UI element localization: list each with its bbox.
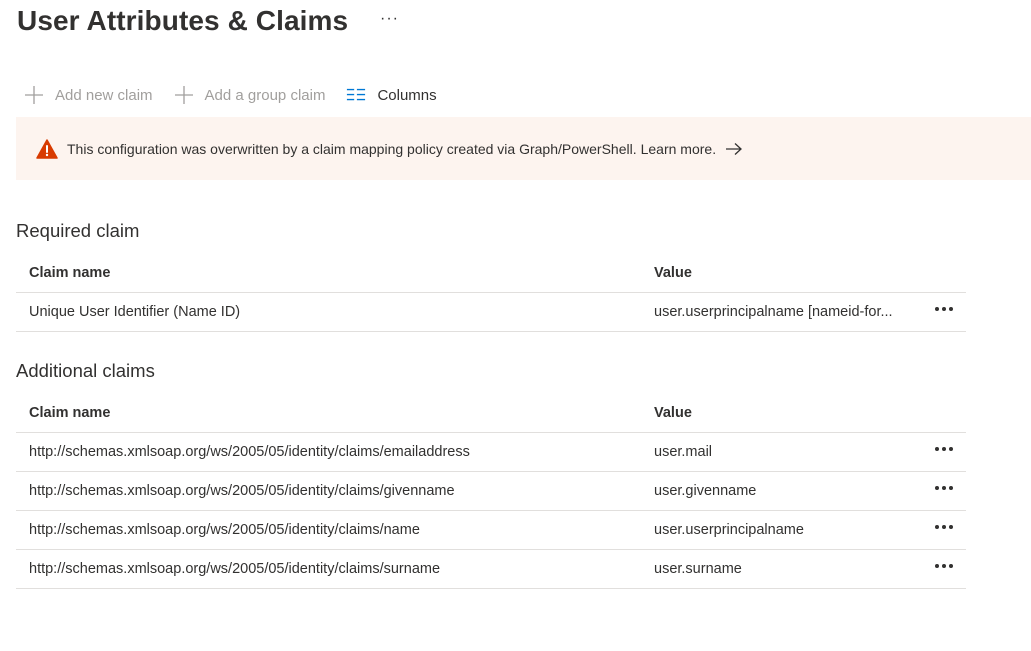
claim-name-cell: http://schemas.xmlsoap.org/ws/2005/05/id… bbox=[29, 444, 470, 460]
claim-value-cell: user.userprincipalname [nameid-for... bbox=[654, 293, 924, 331]
claim-value-cell: user.givenname bbox=[654, 483, 757, 499]
add-group-claim-label: Add a group claim bbox=[204, 86, 326, 104]
page-title: User Attributes & Claims bbox=[17, 5, 349, 36]
columns-icon bbox=[346, 85, 366, 105]
claim-value-text: user.userprincipalname [nameid-for... bbox=[654, 304, 893, 320]
additional-claims-heading: Additional claims bbox=[16, 360, 155, 381]
row-more-button[interactable] bbox=[926, 433, 962, 471]
required-claim-table: Claim name Value Unique User Identifier … bbox=[16, 253, 966, 332]
more-horizontal-icon bbox=[935, 525, 953, 529]
table-row[interactable]: http://schemas.xmlsoap.org/ws/2005/05/id… bbox=[16, 511, 966, 550]
row-more-button[interactable] bbox=[926, 293, 962, 331]
additional-claims-table: Claim name Value http://schemas.xmlsoap.… bbox=[16, 393, 966, 589]
row-more-button[interactable] bbox=[926, 511, 962, 549]
claim-value-cell: user.surname bbox=[654, 561, 742, 577]
add-group-claim-button[interactable]: Add a group claim bbox=[174, 85, 326, 105]
columns-label: Columns bbox=[377, 86, 437, 104]
more-horizontal-icon bbox=[935, 447, 953, 451]
row-more-button[interactable] bbox=[926, 550, 962, 588]
arrow-right-icon[interactable] bbox=[725, 142, 743, 156]
required-claim-heading: Required claim bbox=[16, 220, 140, 241]
claim-name-cell: Unique User Identifier (Name ID) bbox=[29, 304, 241, 320]
claim-name-cell: http://schemas.xmlsoap.org/ws/2005/05/id… bbox=[29, 561, 441, 577]
warning-banner: This configuration was overwritten by a … bbox=[16, 117, 1031, 180]
table-row[interactable]: Unique User Identifier (Name ID) user.us… bbox=[16, 293, 966, 332]
columns-button[interactable]: Columns bbox=[346, 85, 437, 105]
more-horizontal-icon bbox=[935, 307, 953, 311]
more-horizontal-icon bbox=[935, 486, 953, 490]
page-more-button[interactable]: ··· bbox=[380, 10, 399, 28]
column-header-claim-name[interactable]: Claim name bbox=[29, 393, 629, 432]
claim-value-cell: user.userprincipalname bbox=[654, 522, 804, 538]
row-more-button[interactable] bbox=[926, 472, 962, 510]
plus-icon bbox=[174, 85, 194, 105]
banner-message: This configuration was overwritten by a … bbox=[67, 140, 637, 157]
add-new-claim-label: Add new claim bbox=[55, 86, 153, 104]
learn-more-link[interactable]: Learn more. bbox=[641, 141, 716, 157]
page-header: User Attributes & Claims bbox=[17, 3, 348, 39]
table-row[interactable]: http://schemas.xmlsoap.org/ws/2005/05/id… bbox=[16, 550, 966, 589]
claim-value-cell: user.mail bbox=[654, 444, 713, 460]
table-header-row: Claim name Value bbox=[16, 253, 966, 293]
table-row[interactable]: http://schemas.xmlsoap.org/ws/2005/05/id… bbox=[16, 433, 966, 472]
command-bar: Add new claim Add a group claim Columns bbox=[24, 83, 458, 107]
table-header-row: Claim name Value bbox=[16, 393, 966, 433]
table-row[interactable]: http://schemas.xmlsoap.org/ws/2005/05/id… bbox=[16, 472, 966, 511]
more-horizontal-icon bbox=[935, 564, 953, 568]
warning-icon bbox=[36, 138, 58, 159]
plus-icon bbox=[24, 85, 44, 105]
column-header-value[interactable]: Value bbox=[654, 253, 924, 292]
add-new-claim-button[interactable]: Add new claim bbox=[24, 85, 153, 105]
column-header-value[interactable]: Value bbox=[654, 393, 924, 432]
column-header-claim-name[interactable]: Claim name bbox=[29, 253, 629, 292]
claim-name-cell: http://schemas.xmlsoap.org/ws/2005/05/id… bbox=[29, 483, 455, 499]
claim-name-cell: http://schemas.xmlsoap.org/ws/2005/05/id… bbox=[29, 522, 420, 538]
